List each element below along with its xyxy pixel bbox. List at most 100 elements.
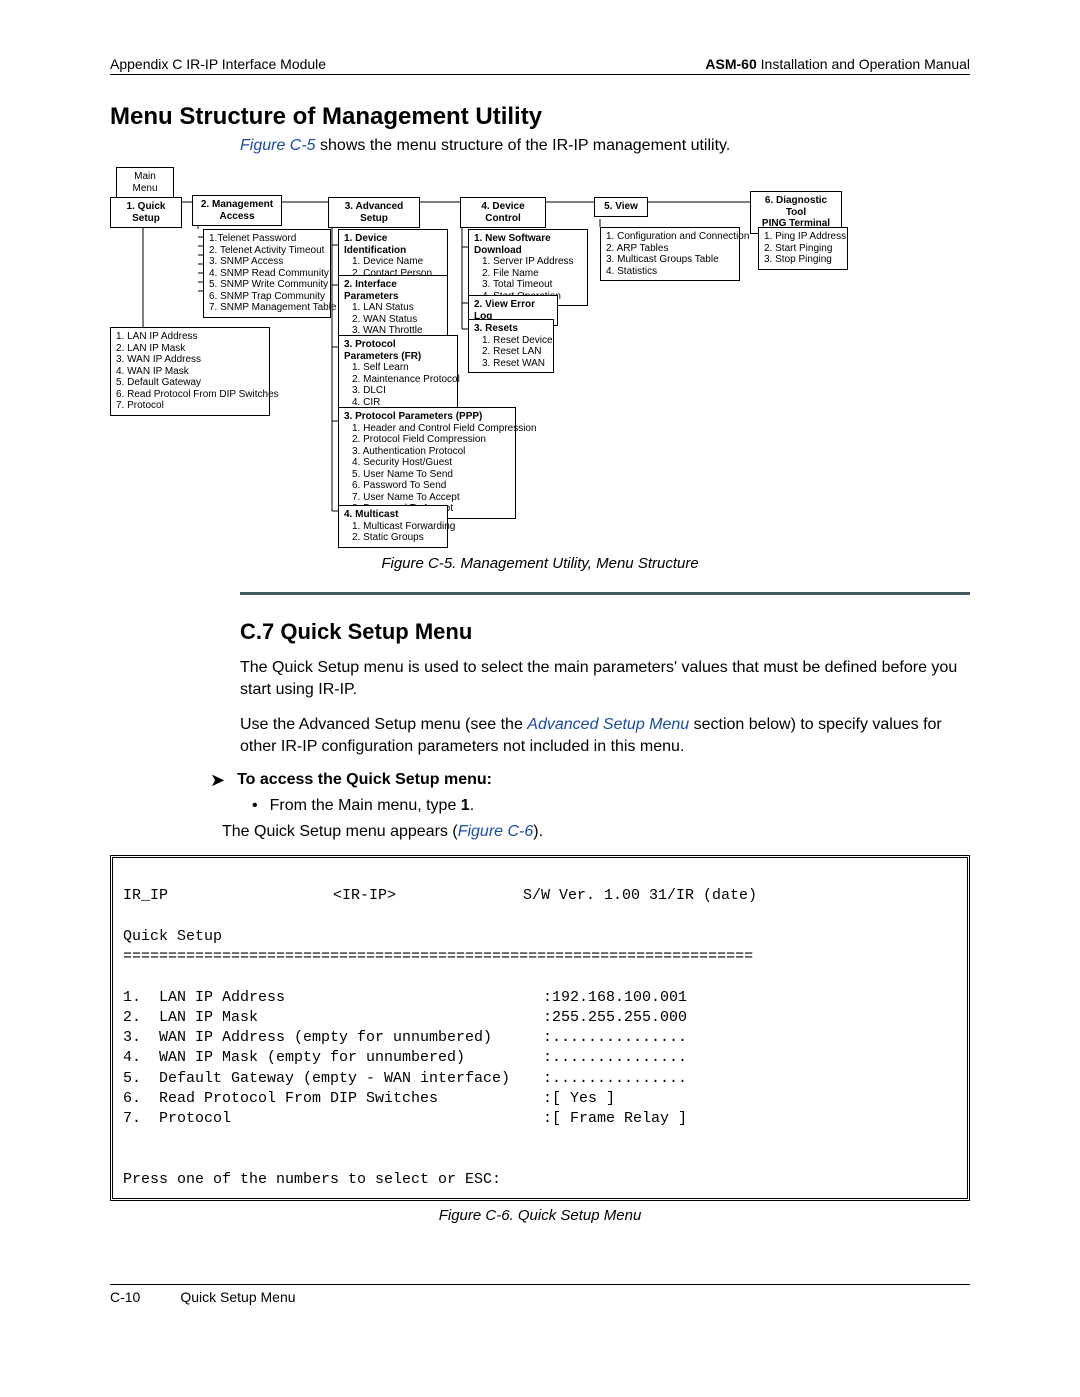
arrow-icon: ➤ — [210, 771, 225, 791]
term-row-value: ............... — [543, 1069, 687, 1089]
term-row-label: 4. WAN IP Mask (empty for unnumbered) — [123, 1048, 543, 1068]
list-item: 5. SNMP Write Community — [209, 279, 325, 291]
node-quick-setup: 1. Quick Setup — [110, 197, 182, 228]
adv-protocol-ppp: 3. Protocol Parameters (PPP) 1. Header a… — [338, 407, 516, 519]
diag-items: 1. Ping IP Address2. Start Pinging3. Sto… — [758, 227, 848, 270]
list-item: 3. Stop Pinging — [764, 254, 842, 266]
footer-section: Quick Setup Menu — [180, 1289, 295, 1305]
list-item: 7. Protocol — [116, 400, 264, 412]
node-advanced-setup: 3. Advanced Setup — [328, 197, 420, 228]
menu-structure-diagram: Main Menu 1. Quick Setup 2. Management A… — [110, 167, 880, 547]
list-item: 1. Reset Device — [482, 335, 548, 347]
list-item: 2. WAN Status — [352, 314, 442, 326]
list-item: 4. Statistics — [606, 266, 734, 278]
quick-setup-items: 1. LAN IP Address2. LAN IP Mask3. WAN IP… — [110, 327, 270, 416]
term-prompt-line: Press one of the numbers to select or ES… — [123, 1171, 501, 1188]
list-item: 2. Static Groups — [352, 532, 442, 544]
bullet-row: • From the Main menu, type 1. — [252, 797, 970, 815]
list-item: 1. Header and Control Field Compression — [352, 423, 510, 435]
term-row: 7. Protocol[ Frame Relay ] — [123, 1109, 957, 1129]
to-access-text: To access the Quick Setup menu: — [237, 771, 492, 789]
list-item: 7. SNMP Management Table — [209, 302, 325, 314]
figure-c6-link[interactable]: Figure C-6 — [458, 823, 534, 840]
term-row-value: ............... — [543, 1048, 687, 1068]
term-row: 2. LAN IP Mask255.255.255.000 — [123, 1008, 957, 1028]
quick-setup-terminal: IR_IP<IR-IP>S/W Ver. 1.00 31/IR (date) Q… — [110, 855, 970, 1201]
list-item: 4. Security Host/Guest — [352, 457, 510, 469]
list-item: 2. Reset LAN — [482, 346, 548, 358]
c7-p2: Use the Advanced Setup menu (see the Adv… — [240, 714, 970, 757]
term-subtitle: Quick Setup — [123, 928, 222, 945]
footer-page: C-10 — [110, 1289, 140, 1305]
page-header: Appendix C IR-IP Interface Module ASM-60… — [110, 56, 970, 75]
list-item: 2. Start Pinging — [764, 243, 842, 255]
figure-c5-link[interactable]: Figure C-5 — [240, 137, 316, 154]
term-row-label: 6. Read Protocol From DIP Switches — [123, 1089, 543, 1109]
c7-title: C.7 Quick Setup Menu — [240, 619, 970, 645]
list-item: 2. ARP Tables — [606, 243, 734, 255]
intro-line: Figure C-5 shows the menu structure of t… — [240, 137, 970, 155]
list-item: 2. LAN IP Mask — [116, 343, 264, 355]
section-rule — [240, 592, 970, 595]
list-item: 6. SNMP Trap Community — [209, 291, 325, 303]
term-device: IR_IP — [123, 886, 333, 906]
node-main-menu: Main Menu — [116, 167, 174, 198]
list-item: 1. Ping IP Address — [764, 231, 842, 243]
term-row-value: [ Frame Relay ] — [543, 1109, 687, 1129]
bullet-icon: • — [252, 797, 258, 815]
list-item: 6. Read Protocol From DIP Switches — [116, 389, 264, 401]
term-prompt: <IR-IP> — [333, 886, 523, 906]
term-row-value: 255.255.255.000 — [543, 1008, 687, 1028]
term-row-value: ............... — [543, 1028, 687, 1048]
list-item: 3. Total Timeout — [482, 279, 582, 291]
list-item: 3. WAN IP Address — [116, 354, 264, 366]
list-item: 4. WAN IP Mask — [116, 366, 264, 378]
term-version: S/W Ver. 1.00 31/IR (date) — [523, 886, 757, 906]
mgmt-access-items: 1.Telenet Password2. Telenet Activity Ti… — [203, 229, 331, 318]
list-item: 3. Multicast Groups Table — [606, 254, 734, 266]
view-items: 1. Configuration and Connection2. ARP Ta… — [600, 227, 740, 281]
list-item: 4. SNMP Read Community — [209, 268, 325, 280]
page-footer: C-10 Quick Setup Menu — [110, 1284, 970, 1305]
header-left: Appendix C IR-IP Interface Module — [110, 56, 326, 72]
list-item: 1. Multicast Forwarding — [352, 521, 442, 533]
header-right: ASM-60 Installation and Operation Manual — [705, 56, 970, 72]
term-row: 4. WAN IP Mask (empty for unnumbered)...… — [123, 1048, 957, 1068]
list-item: 7. User Name To Accept — [352, 492, 510, 504]
term-row-label: 2. LAN IP Mask — [123, 1008, 543, 1028]
advanced-setup-link[interactable]: Advanced Setup Menu — [527, 716, 689, 733]
list-item: 5. User Name To Send — [352, 469, 510, 481]
intro-text: shows the menu structure of the IR-IP ma… — [316, 137, 731, 154]
term-row-label: 3. WAN IP Address (empty for unnumbered) — [123, 1028, 543, 1048]
list-item: 2. Maintenance Protocol — [352, 374, 452, 386]
list-item: 1. LAN Status — [352, 302, 442, 314]
c7-p1: The Quick Setup menu is used to select t… — [240, 657, 970, 700]
list-item: 1. Configuration and Connection — [606, 231, 734, 243]
term-row-label: 1. LAN IP Address — [123, 988, 543, 1008]
adv-multicast: 4. Multicast 1. Multicast Forwarding2. S… — [338, 505, 448, 548]
term-row-value: 192.168.100.001 — [543, 988, 687, 1008]
main-menu-label: Main Menu — [132, 171, 157, 194]
term-row: 5. Default Gateway (empty - WAN interfac… — [123, 1069, 957, 1089]
list-item: 2. Telenet Activity Timeout — [209, 245, 325, 257]
section-title: Menu Structure of Management Utility — [110, 103, 970, 131]
result-line: The Quick Setup menu appears (Figure C-6… — [222, 823, 970, 841]
list-item: 2. File Name — [482, 268, 582, 280]
bullet-text: From the Main menu, type 1. — [270, 797, 475, 815]
list-item: 3. Authentication Protocol — [352, 446, 510, 458]
figure-c5-caption: Figure C-5. Management Utility, Menu Str… — [110, 555, 970, 572]
to-access-row: ➤ To access the Quick Setup menu: — [210, 771, 970, 791]
list-item: 2. Protocol Field Compression — [352, 434, 510, 446]
list-item: 1.Telenet Password — [209, 233, 325, 245]
term-rows: 1. LAN IP Address192.168.100.0012. LAN I… — [123, 988, 957, 1130]
list-item: 3. Reset WAN — [482, 358, 548, 370]
list-item: 1. LAN IP Address — [116, 331, 264, 343]
header-product: ASM-60 — [705, 56, 756, 72]
term-row-label: 5. Default Gateway (empty - WAN interfac… — [123, 1069, 543, 1089]
node-device-control: 4. Device Control — [460, 197, 546, 228]
list-item: 1. Device Name — [352, 256, 442, 268]
node-management-access: 2. Management Access — [192, 195, 282, 226]
term-rule: ========================================… — [123, 948, 753, 965]
term-row: 3. WAN IP Address (empty for unnumbered)… — [123, 1028, 957, 1048]
node-view: 5. View — [594, 197, 648, 217]
